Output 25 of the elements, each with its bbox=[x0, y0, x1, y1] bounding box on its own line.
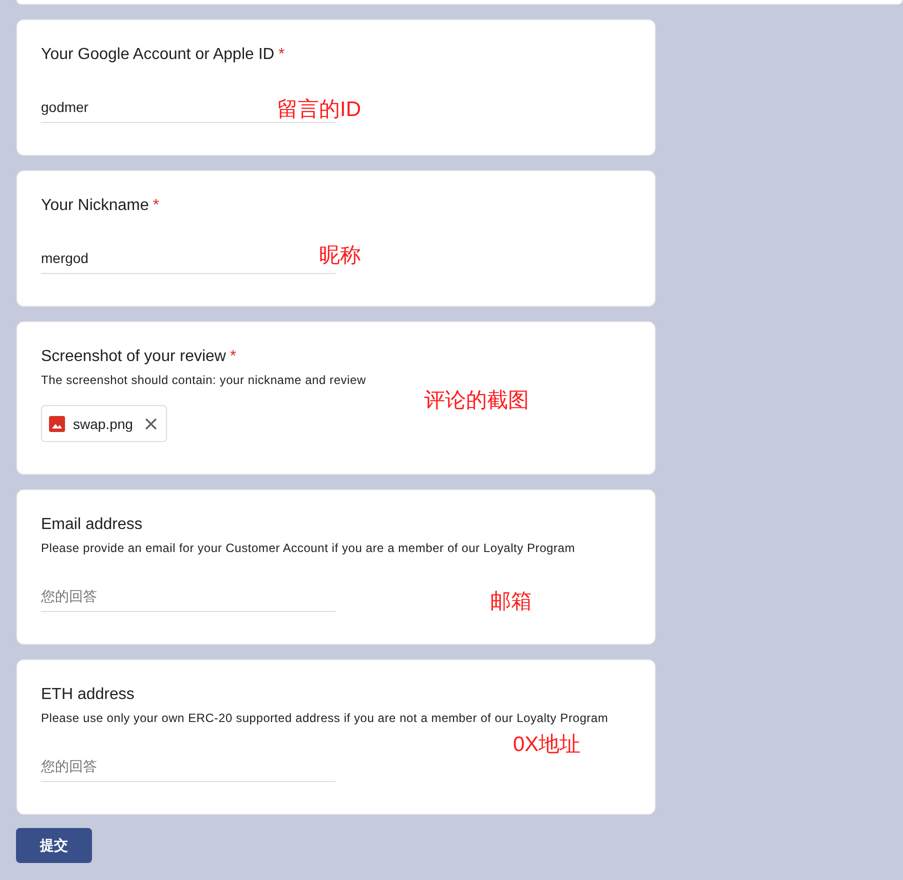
file-name: swap.png bbox=[73, 416, 133, 432]
required-asterisk: * bbox=[152, 196, 160, 216]
question-title: Email address bbox=[41, 515, 142, 535]
annotation-note: 邮箱 bbox=[490, 590, 532, 614]
question-title: Your Google Account or Apple ID bbox=[41, 45, 274, 65]
question-description: The screenshot should contain: your nickname and review bbox=[41, 372, 367, 388]
annotation-note: 0X地址 bbox=[513, 733, 581, 757]
annotation-note: 昵称 bbox=[319, 244, 361, 268]
answer-field[interactable]: godmer bbox=[41, 91, 275, 123]
question-title: Your Nickname bbox=[41, 196, 149, 216]
submit-button[interactable]: 提交 bbox=[16, 828, 92, 863]
file-chip[interactable]: swap.png bbox=[41, 405, 167, 442]
answer-field[interactable]: 您的回答 bbox=[41, 580, 336, 612]
answer-field[interactable]: mergod bbox=[41, 242, 317, 274]
required-asterisk: * bbox=[230, 347, 236, 367]
question-title: Screenshot of your review bbox=[41, 347, 226, 367]
annotation-note: 留言的ID bbox=[277, 98, 361, 122]
answer-field[interactable]: 您的回答 bbox=[41, 750, 336, 782]
annotation-note: 评论的截图 bbox=[424, 389, 529, 413]
image-icon bbox=[49, 416, 65, 432]
question-description: Please provide an email for your Customer Account if you are a member of our Loyalty Program bbox=[41, 540, 576, 556]
question-title: ETH address bbox=[41, 685, 134, 705]
required-asterisk: * bbox=[278, 45, 285, 65]
close-icon[interactable] bbox=[144, 418, 157, 430]
question-description: Please use only your own ERC-20 supported address if you are not a member of our Loyalty Program bbox=[41, 710, 610, 726]
